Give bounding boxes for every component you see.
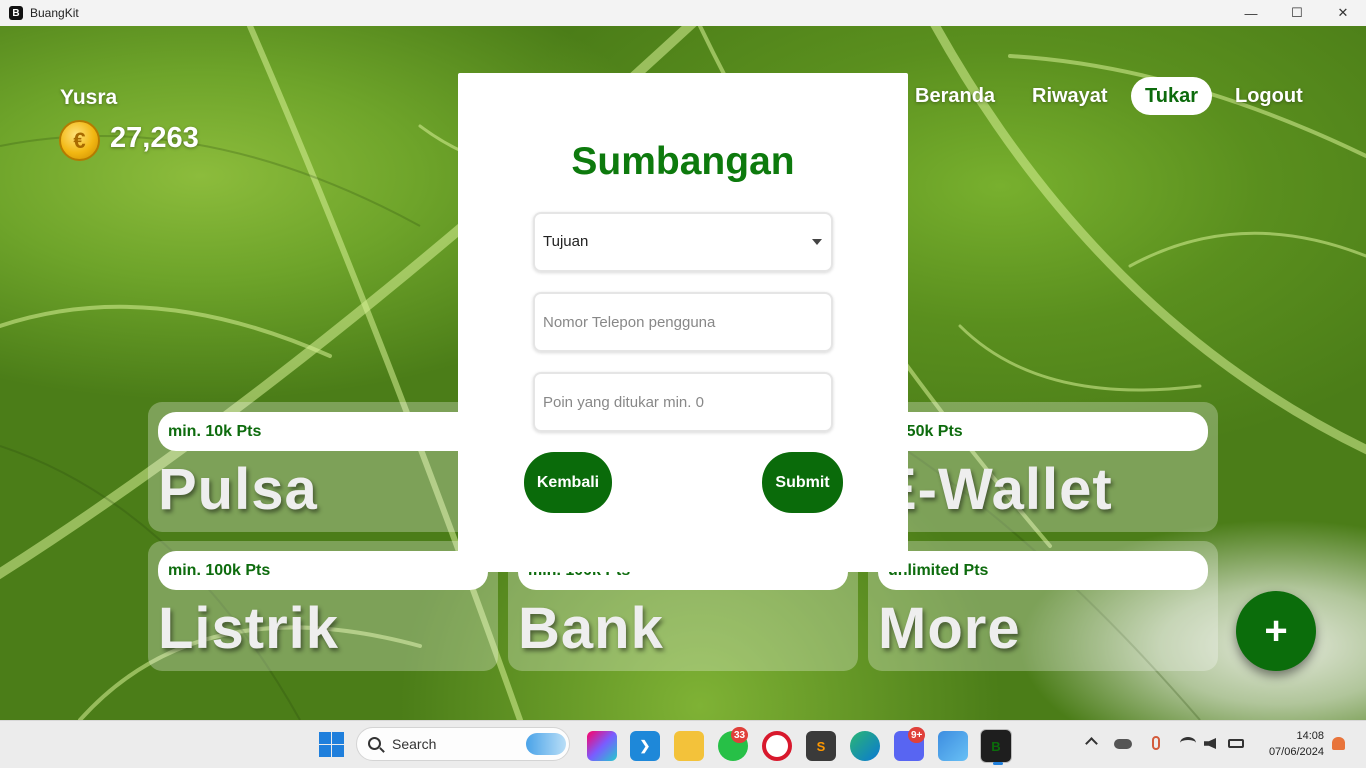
microphone-icon[interactable]	[1152, 736, 1160, 750]
window-title: BuangKit	[30, 6, 79, 20]
nav-tukar[interactable]: Tukar	[1131, 77, 1212, 115]
nav-logout[interactable]: Logout	[1221, 77, 1317, 115]
nav-riwayat[interactable]: Riwayat	[1018, 77, 1122, 115]
file-explorer-icon[interactable]	[674, 731, 704, 761]
minimize-button[interactable]: —	[1228, 0, 1274, 26]
card-title: E-Wallet	[878, 457, 1113, 522]
clock-time[interactable]: 14:08	[1262, 730, 1324, 742]
card-listrik[interactable]: min. 100k Pts Listrik	[148, 541, 498, 671]
points-balance: 27,263	[110, 122, 199, 154]
points-field[interactable]	[533, 372, 833, 432]
sublime-text-icon[interactable]: S	[806, 731, 836, 761]
wifi-icon[interactable]	[1180, 737, 1196, 749]
coin-icon: €	[59, 120, 100, 161]
battery-icon[interactable]	[1228, 739, 1244, 748]
close-button[interactable]: ✕	[1320, 0, 1366, 26]
clock-date[interactable]: 07/06/2024	[1255, 746, 1324, 758]
tujuan-select[interactable]: Tujuan	[533, 212, 833, 272]
buangkit-taskbar-icon[interactable]: B	[980, 729, 1012, 763]
onedrive-icon[interactable]	[1114, 739, 1132, 749]
points-input[interactable]	[533, 372, 833, 432]
card-min-label: min. 10k Pts	[168, 423, 262, 440]
add-fab-button[interactable]: +	[1236, 591, 1316, 671]
tujuan-select-value: Tujuan	[543, 233, 589, 250]
submit-button[interactable]: Submit	[762, 452, 843, 513]
whatsapp-badge: 33	[731, 727, 749, 743]
card-ewallet[interactable]: n. 50k Pts E-Wallet	[868, 402, 1218, 532]
start-icon[interactable]	[319, 732, 344, 757]
card-title: Pulsa	[158, 457, 318, 522]
maximize-button[interactable]: ☐	[1274, 0, 1320, 26]
card-pulsa[interactable]: min. 10k Pts Pulsa	[148, 402, 498, 532]
user-name: Yusra	[60, 86, 118, 109]
notification-bell-icon[interactable]	[1332, 737, 1345, 750]
nav-beranda[interactable]: Beranda	[901, 77, 1009, 115]
search-highlight-icon	[526, 733, 566, 755]
phone-field[interactable]	[533, 292, 833, 352]
vscode-icon[interactable]: ❯	[630, 731, 660, 761]
dropdown-caret-icon	[812, 239, 822, 245]
phone-input[interactable]	[533, 292, 833, 352]
card-more[interactable]: unlimited Pts More	[868, 541, 1218, 671]
edge-icon[interactable]	[850, 731, 880, 761]
card-min-label: min. 100k Pts	[168, 562, 271, 579]
card-title: More	[878, 596, 1021, 661]
card-title: Listrik	[158, 596, 340, 661]
card-title: Bank	[518, 596, 664, 661]
copilot-icon[interactable]	[587, 731, 617, 761]
title-bar: B BuangKit — ☐ ✕	[0, 0, 1366, 26]
taskbar-search-placeholder: Search	[392, 736, 437, 752]
opera-icon[interactable]	[762, 731, 792, 761]
dialog-title: Sumbangan	[571, 140, 795, 183]
photos-icon[interactable]	[938, 731, 968, 761]
app-logo-icon: B	[9, 6, 23, 20]
back-button[interactable]: Kembali	[524, 452, 612, 513]
active-app-indicator	[993, 762, 1003, 765]
